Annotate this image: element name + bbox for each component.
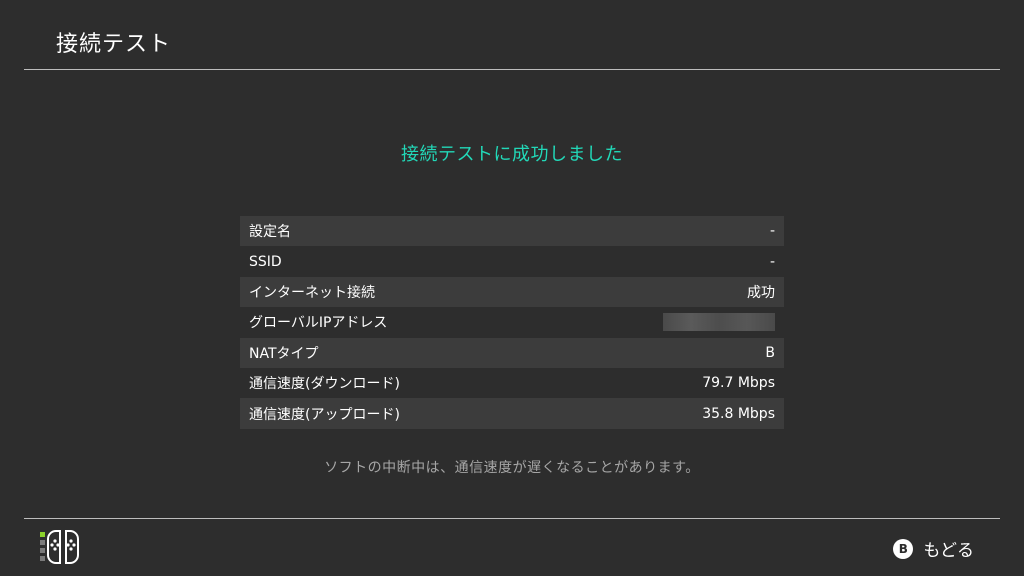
page-title: 接続テスト: [56, 32, 172, 57]
row-value-nat-type: B: [765, 344, 775, 361]
success-message: 接続テストに成功しました: [401, 144, 623, 165]
row-value-internet: 成功: [747, 284, 775, 301]
row-label-upload: 通信速度(アップロード): [249, 406, 400, 423]
table-row: グローバルIPアドレス: [240, 307, 784, 338]
redacted-ip-value: [663, 313, 775, 332]
table-row: SSID -: [240, 246, 784, 277]
top-divider: [24, 69, 1000, 70]
b-button-icon: B: [893, 538, 914, 559]
row-value-download: 79.7 Mbps: [702, 375, 775, 392]
speed-note: ソフトの中断中は、通信速度が遅くなることがあります。: [324, 460, 700, 476]
row-label-nat-type: NATタイプ: [249, 345, 319, 362]
row-label-setting-name: 設定名: [249, 224, 291, 241]
row-label-download: 通信速度(ダウンロード): [249, 376, 400, 393]
table-row: 通信速度(アップロード) 35.8 Mbps: [240, 398, 784, 429]
back-button[interactable]: B もどる: [893, 536, 974, 561]
back-label: もどる: [923, 541, 974, 561]
table-row: インターネット接続 成功: [240, 276, 784, 308]
row-label-internet: インターネット接続: [249, 284, 375, 301]
table-row: 通信速度(ダウンロード) 79.7 Mbps: [240, 367, 784, 399]
row-value-setting-name: -: [769, 223, 775, 240]
joycon-controller-icon: [40, 530, 79, 564]
table-row: NATタイプ B: [240, 337, 784, 368]
result-table: 設定名 - SSID - インターネット接続 成功 グローバルIPアドレス NA…: [240, 216, 784, 429]
row-value-upload: 35.8 Mbps: [702, 405, 775, 422]
row-value-ssid: -: [769, 253, 775, 270]
bottom-divider: [24, 518, 1000, 519]
row-label-ssid: SSID: [249, 253, 282, 270]
row-label-global-ip: グローバルIPアドレス: [249, 315, 388, 332]
table-row: 設定名 -: [240, 216, 784, 247]
